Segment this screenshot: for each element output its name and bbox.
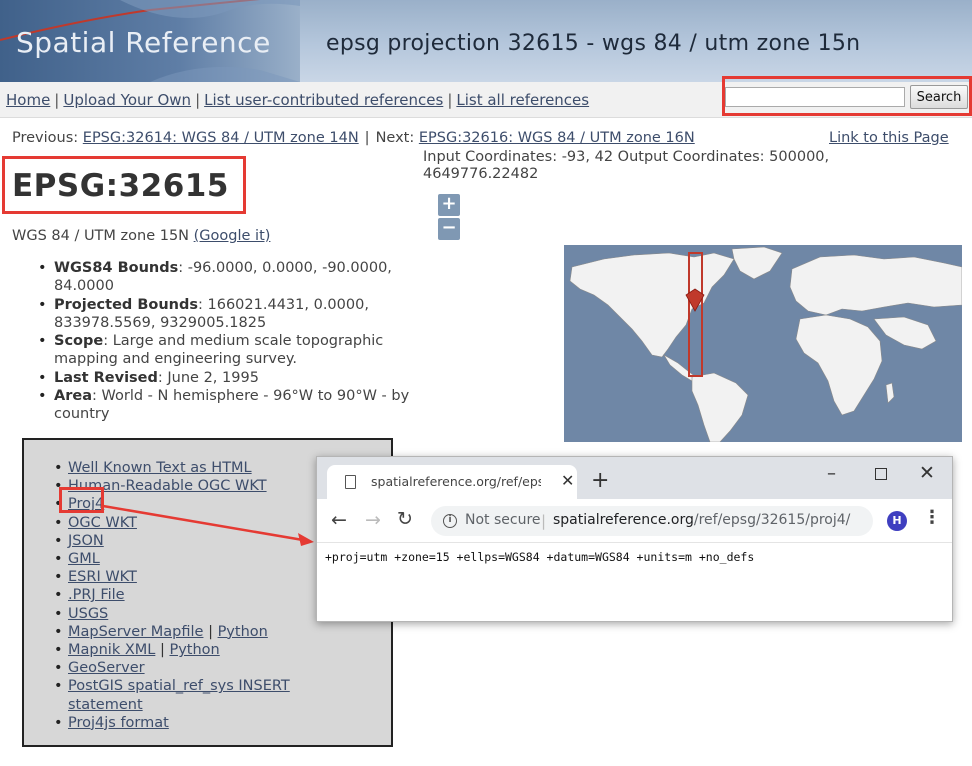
- export-item: PostGIS spatial_ref_sys INSERT statement: [54, 677, 290, 713]
- property-value: : Large and medium scale topographic map…: [54, 333, 384, 368]
- property-item: Area: World - N hemisphere - 96°W to 90°…: [38, 387, 428, 424]
- export-postgis-link-line2[interactable]: statement: [68, 697, 143, 713]
- nav-all-references-link[interactable]: List all references: [456, 91, 589, 109]
- property-label: WGS84 Bounds: [54, 260, 179, 276]
- window-close-icon[interactable]: ✕: [919, 462, 935, 484]
- crs-name-line: WGS 84 / UTM zone 15N (Google it): [12, 228, 270, 244]
- epsg-code-heading: EPSG:32615: [12, 168, 229, 204]
- export-postgis-link[interactable]: PostGIS spatial_ref_sys INSERT: [68, 678, 290, 694]
- export-proj4js-link[interactable]: Proj4js format: [68, 715, 169, 731]
- nav-separator: |: [195, 91, 201, 109]
- export-mapserver-python-link[interactable]: Python: [218, 624, 268, 640]
- export-separator: |: [159, 642, 165, 659]
- address-bar: ← → ↻ i Not secure | spatialreference.or…: [317, 499, 952, 543]
- crs-properties-list: WGS84 Bounds: -96.0000, 0.0000, -90.0000…: [38, 259, 428, 424]
- export-geoserver-link[interactable]: GeoServer: [68, 660, 145, 676]
- export-item: GML: [54, 550, 290, 568]
- google-it-link[interactable]: (Google it): [194, 228, 271, 244]
- menu-icon[interactable]: ⋮: [923, 507, 941, 528]
- browser-window: spatialreference.org/ref/epsg/32615/proj…: [316, 456, 953, 622]
- back-icon[interactable]: ←: [331, 509, 347, 531]
- export-mapserver-link[interactable]: MapServer Mapfile: [68, 624, 203, 640]
- export-ogc-wkt-link[interactable]: OGC WKT: [68, 515, 137, 531]
- next-label: Next:: [375, 130, 415, 146]
- url-host: spatialreference.org: [553, 512, 694, 528]
- tab-bar: spatialreference.org/ref/epsg/32615/proj…: [317, 457, 952, 499]
- export-json-link[interactable]: JSON: [68, 533, 104, 549]
- export-item: OGC WKT: [54, 514, 290, 532]
- prev-next-line: Previous: EPSG:32614: WGS 84 / UTM zone …: [12, 130, 695, 146]
- property-label: Projected Bounds: [54, 296, 199, 313]
- property-item: Last Revised: June 2, 1995: [38, 369, 428, 388]
- zoom-out-button[interactable]: −: [438, 218, 460, 240]
- logo-text: Spatial Reference: [16, 26, 271, 59]
- export-usgs-link[interactable]: USGS: [68, 606, 108, 622]
- omnibox-separator: |: [541, 512, 547, 530]
- world-map[interactable]: [564, 245, 962, 442]
- forward-icon[interactable]: →: [365, 509, 381, 531]
- export-item: GeoServer: [54, 659, 290, 677]
- property-value: : June 2, 1995: [157, 369, 259, 386]
- property-value: : World - N hemisphere - 96°W to 90°W - …: [54, 388, 410, 423]
- export-mapnik-link[interactable]: Mapnik XML: [68, 642, 155, 658]
- previous-label: Previous:: [12, 130, 79, 146]
- export-item: Mapnik XML | Python: [54, 641, 290, 659]
- export-item: Well Known Text as HTML: [54, 459, 290, 477]
- export-item: JSON: [54, 532, 290, 550]
- nav-upload-link[interactable]: Upload Your Own: [63, 91, 191, 109]
- page-title: epsg projection 32615 - wgs 84 / utm zon…: [326, 31, 861, 56]
- nav-home-link[interactable]: Home: [6, 91, 50, 109]
- property-label: Area: [54, 388, 92, 405]
- export-esri-wkt-link[interactable]: ESRI WKT: [68, 569, 137, 585]
- export-item: MapServer Mapfile | Python: [54, 623, 290, 641]
- property-item: Scope: Large and medium scale topographi…: [38, 332, 428, 369]
- tab-close-icon[interactable]: ✕: [561, 471, 574, 490]
- nav-separator: |: [447, 91, 453, 109]
- not-secure-label: Not secure: [465, 512, 541, 528]
- previous-link[interactable]: EPSG:32614: WGS 84 / UTM zone 14N: [83, 130, 359, 146]
- logo[interactable]: Spatial Reference: [0, 0, 300, 82]
- proj4-output-text: +proj=utm +zone=15 +ellps=WGS84 +datum=W…: [325, 550, 755, 564]
- url-field[interactable]: i Not secure | spatialreference.org/ref/…: [431, 506, 873, 536]
- nav-separator: |: [54, 91, 60, 109]
- export-item: ESRI WKT: [54, 568, 290, 586]
- nav-user-references-link[interactable]: List user-contributed references: [204, 91, 443, 109]
- proj4-highlight-box: [59, 487, 104, 513]
- url-path: /ref/epsg/32615/proj4/: [693, 512, 851, 528]
- coordinates-text: Input Coordinates: -93, 42 Output Coordi…: [423, 149, 830, 182]
- export-gml-link[interactable]: GML: [68, 551, 100, 567]
- crs-name: WGS 84 / UTM zone 15N: [12, 228, 190, 244]
- browser-tab[interactable]: spatialreference.org/ref/epsg/32615/proj…: [327, 465, 577, 499]
- search-highlight-box: [722, 76, 972, 116]
- export-separator: |: [208, 623, 213, 640]
- property-item: Projected Bounds: 166021.4431, 0.0000, 8…: [38, 296, 428, 333]
- property-label: Last Revised: [54, 369, 158, 386]
- export-wkt-html-link[interactable]: Well Known Text as HTML: [68, 460, 252, 476]
- maximize-icon[interactable]: [875, 468, 887, 480]
- property-label: Scope: [54, 333, 104, 350]
- reload-icon[interactable]: ↻: [397, 508, 413, 530]
- info-icon[interactable]: i: [443, 514, 457, 528]
- profile-avatar[interactable]: H: [887, 511, 907, 531]
- export-item: Proj4js format: [54, 714, 290, 732]
- export-item: .PRJ File: [54, 586, 290, 604]
- world-map-graphic: [569, 246, 962, 442]
- export-mapnik-python-link[interactable]: Python: [169, 642, 219, 658]
- export-prj-file-link[interactable]: .PRJ File: [68, 587, 125, 603]
- nav-links: Home | Upload Your Own | List user-contribut…: [6, 91, 589, 109]
- new-tab-icon[interactable]: +: [591, 470, 609, 492]
- export-item: USGS: [54, 605, 290, 623]
- url-text: spatialreference.org/ref/epsg/32615/proj…: [553, 512, 850, 528]
- minimize-icon[interactable]: –: [827, 463, 836, 484]
- prevnext-separator: |: [364, 130, 370, 146]
- zoom-in-button[interactable]: +: [438, 194, 460, 216]
- link-to-page[interactable]: Link to this Page: [829, 130, 949, 146]
- next-link[interactable]: EPSG:32616: WGS 84 / UTM zone 16N: [419, 130, 695, 146]
- header-banner: Spatial Reference epsg projection 32615 …: [0, 0, 972, 82]
- tab-title: spatialreference.org/ref/epsg/32615/proj…: [371, 474, 541, 489]
- property-item: WGS84 Bounds: -96.0000, 0.0000, -90.0000…: [38, 259, 428, 296]
- page-icon: [345, 475, 356, 489]
